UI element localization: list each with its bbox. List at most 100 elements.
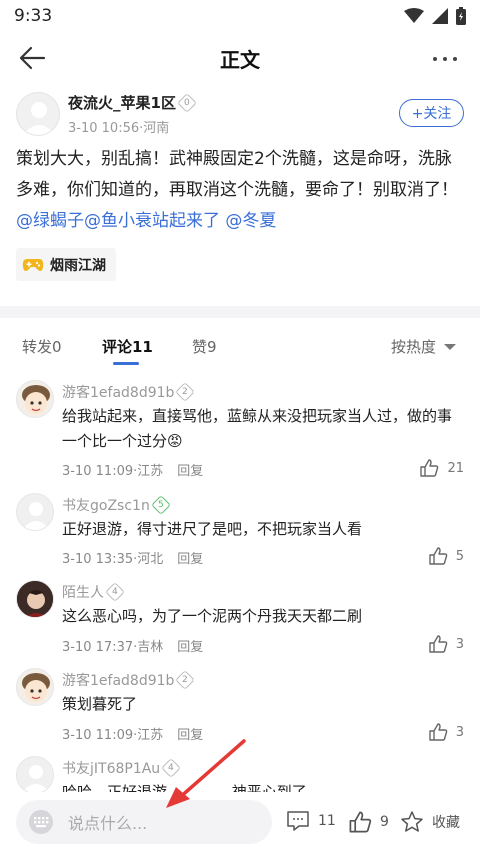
commenter-name: 书友jIT68P1Au <box>62 761 161 777</box>
comment-location: 江苏 <box>137 464 164 479</box>
tab-indicator <box>113 362 139 365</box>
thumbs-up-icon <box>429 635 448 653</box>
comment-time: 17:37 <box>95 640 134 655</box>
commenter-avatar[interactable] <box>16 756 54 792</box>
reply-button[interactable]: 回复 <box>177 548 203 567</box>
like-button[interactable]: 9 <box>348 810 389 834</box>
comment-like-button[interactable]: 5 <box>428 546 464 566</box>
favorite-label: 收藏 <box>432 815 460 831</box>
reply-button[interactable]: 回复 <box>177 636 203 655</box>
commenter-name: 游客1efad8d91b <box>62 385 175 401</box>
like-count: 21 <box>447 460 464 476</box>
nav-bar: 正文 <box>0 32 480 84</box>
default-avatar-icon <box>23 102 55 135</box>
comment-meta: 3-10 11:09·江苏 回复 <box>62 724 203 743</box>
level-badge: 2 <box>175 670 196 690</box>
comment-time: 11:09 <box>95 464 134 479</box>
commenter-avatar[interactable] <box>16 580 54 618</box>
tab-reposts[interactable]: 转发0 <box>22 336 62 357</box>
like-count: 3 <box>455 636 464 652</box>
comment-location: 吉林 <box>137 640 164 655</box>
wifi-icon <box>404 8 424 23</box>
cartoon-avatar-icon <box>22 385 50 414</box>
comment-date: 3-10 <box>62 640 92 655</box>
comments-button[interactable]: 11 <box>286 810 336 832</box>
comment-location: 河北 <box>137 552 164 567</box>
favorite-button[interactable]: 收藏 <box>400 810 460 834</box>
topic-tag[interactable]: 烟雨江湖 <box>16 248 116 281</box>
level-badge: 5 <box>150 495 171 515</box>
anime-avatar-icon <box>17 581 53 617</box>
comment-item: 书友jIT68P1Au 4 哈哈，正好退游 …………神恶心到了 <box>0 756 480 792</box>
comment-count: 11 <box>318 813 336 829</box>
section-divider <box>0 306 480 318</box>
commenter-avatar[interactable] <box>16 380 54 418</box>
commenter-name-row[interactable]: 游客1efad8d91b 2 <box>62 670 196 690</box>
comment-time: 13:35 <box>95 552 134 567</box>
commenter-avatar[interactable] <box>16 668 54 706</box>
thumbs-up-icon <box>420 459 439 477</box>
cartoon-avatar-icon <box>22 673 50 702</box>
post-location: 河南 <box>143 121 170 136</box>
commenter-name: 书友goZsc1n <box>62 498 150 514</box>
comment-location: 江苏 <box>137 728 164 743</box>
commenter-name-row[interactable]: 书友goZsc1n 5 <box>62 495 171 515</box>
commenter-name-row[interactable]: 陌生人 4 <box>62 582 125 602</box>
comment-input-placeholder: 说点什么... <box>68 814 148 833</box>
more-icon[interactable] <box>430 44 460 72</box>
level-badge: 2 <box>175 382 196 402</box>
comment-meta: 3-10 11:09·江苏 回复 <box>62 460 203 479</box>
commenter-name-row[interactable]: 游客1efad8d91b 2 <box>62 382 196 402</box>
tab-likes[interactable]: 赞9 <box>192 336 217 357</box>
mention-link[interactable]: @鱼小衰站起来了 <box>84 211 220 231</box>
default-avatar-icon <box>22 765 50 792</box>
reply-button[interactable]: 回复 <box>177 724 203 743</box>
comment-text: 正好退游，得寸进尺了是吧，不把玩家当人看 <box>62 520 363 538</box>
page-title: 正文 <box>220 47 260 72</box>
follow-button[interactable]: +关注 <box>399 99 464 127</box>
back-arrow-icon[interactable] <box>18 44 48 72</box>
comment-date: 3-10 <box>62 464 92 479</box>
signal-icon <box>432 8 448 24</box>
level-badge: 0 <box>177 92 197 113</box>
bottom-bar: 说点什么... 11 9 收藏 <box>0 792 480 853</box>
star-icon <box>401 811 423 832</box>
post-text: 策划大大，别乱搞！武神殿固定2个洗髓，这是命呀，洗脉多难，你们知道的，再取消这个… <box>16 149 458 200</box>
commenter-name: 陌生人 <box>62 585 104 601</box>
author-name: 夜流火_苹果1区 <box>68 94 176 112</box>
comment-like-button[interactable]: 21 <box>419 458 464 478</box>
comment-text: 给我站起来，直接骂他，蓝鲸从来没把玩家当人过，做的事一个比一个过分😡 <box>62 407 453 450</box>
tab-comments[interactable]: 评论11 <box>102 336 153 357</box>
commenter-name: 游客1efad8d91b <box>62 673 175 689</box>
comment-time: 11:09 <box>95 728 134 743</box>
sort-dropdown[interactable]: 按热度 <box>391 336 456 357</box>
level-badge: 4 <box>105 582 125 602</box>
topic-tag-label: 烟雨江湖 <box>50 257 106 274</box>
status-time: 9:33 <box>14 6 53 26</box>
battery-icon <box>456 7 466 25</box>
mention-link[interactable]: @绿蝎子 <box>16 211 84 231</box>
comment-like-button[interactable]: 3 <box>428 722 464 742</box>
level-badge: 4 <box>161 758 182 778</box>
mention-link[interactable]: @冬夏 <box>225 211 276 231</box>
comment-date: 3-10 <box>62 552 92 567</box>
like-count: 5 <box>455 548 464 564</box>
comment-text: 策划暮死了 <box>62 695 138 713</box>
comment-text: 哈哈，正好退游 …………神恶心到了 <box>62 783 307 792</box>
commenter-avatar[interactable] <box>16 493 54 531</box>
comment-input[interactable]: 说点什么... <box>16 800 272 844</box>
comment-date: 3-10 <box>62 728 92 743</box>
gamepad-icon <box>22 258 44 271</box>
comment-text: 这么恶心吗，为了一个泥两个丹我天天都二刷 <box>62 607 363 625</box>
commenter-name-row[interactable]: 书友jIT68P1Au 4 <box>62 758 182 778</box>
like-count: 9 <box>380 814 389 830</box>
caret-down-icon <box>444 343 456 350</box>
angry-emoji-icon: 😡 <box>167 432 183 450</box>
author-name-row[interactable]: 夜流火_苹果1区 0 <box>68 92 197 113</box>
status-icons <box>404 7 466 25</box>
thumbs-up-icon <box>429 547 448 565</box>
reply-button[interactable]: 回复 <box>177 460 203 479</box>
comment-like-button[interactable]: 3 <box>428 634 464 654</box>
post-meta: 3-10 10:56·河南 <box>68 121 170 136</box>
author-avatar[interactable] <box>16 92 60 136</box>
